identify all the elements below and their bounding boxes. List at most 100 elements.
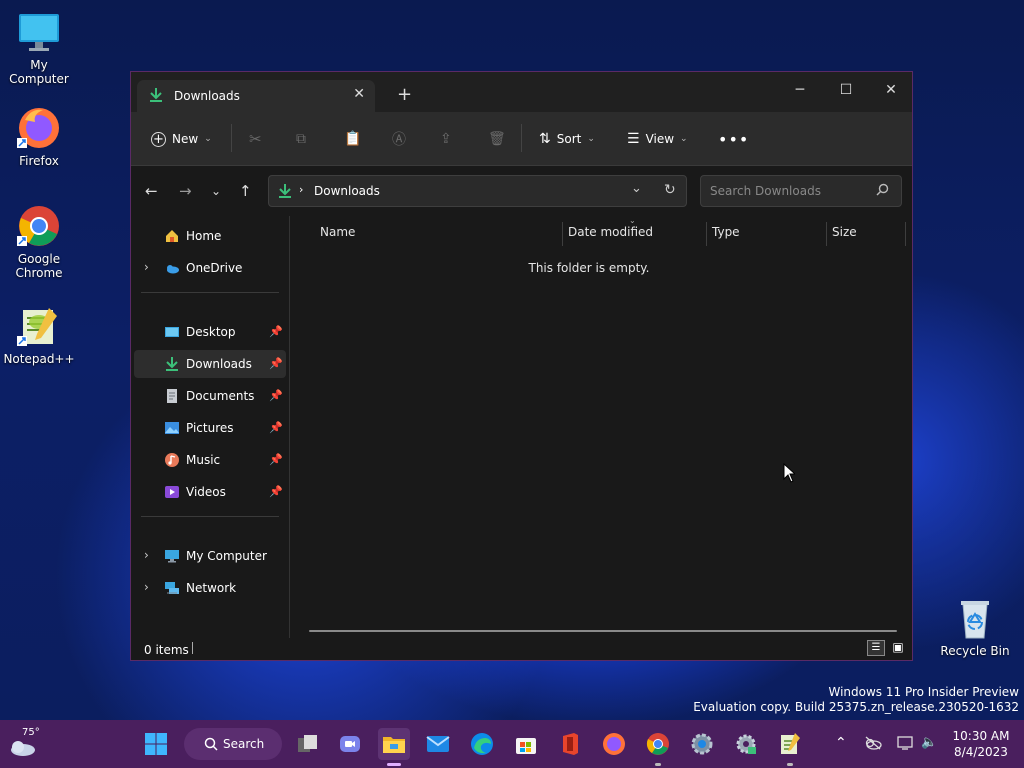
new-label: New: [172, 132, 199, 146]
taskbar-clock[interactable]: 10:30 AM 8/4/2023: [948, 728, 1014, 760]
recycle-bin-icon: [953, 596, 997, 640]
file-list[interactable]: Name ⌄ Date modified Type Size This fold…: [291, 216, 912, 641]
chevron-down-icon: ⌄: [680, 134, 688, 144]
office-taskbar-button[interactable]: [554, 728, 586, 760]
share-icon[interactable]: ⇪: [440, 129, 452, 149]
up-arrow-icon[interactable]: ↑: [239, 182, 252, 200]
pin-icon[interactable]: 📌: [269, 421, 283, 434]
desktop-icon-label: Recycle Bin: [940, 644, 1010, 658]
sidebar-divider: [141, 292, 279, 293]
start-button[interactable]: [140, 728, 172, 760]
desktop-icon-notepadpp[interactable]: Notepad++: [0, 304, 79, 366]
horizontal-scrollbar[interactable]: [309, 630, 897, 632]
copy-icon[interactable]: ⧉: [296, 129, 306, 149]
item-count: 0 items: [144, 643, 189, 657]
control-panel-taskbar-button[interactable]: [686, 728, 718, 760]
column-header-type[interactable]: Type: [712, 225, 740, 239]
video-icon: [164, 484, 180, 500]
sort-button[interactable]: ⇅ Sort ⌄: [539, 129, 595, 149]
paste-icon[interactable]: 📋: [344, 129, 361, 149]
command-bar: + New ⌄ ✂ ⧉ 📋 Ⓐ ⇪ 🗑 ⇅ Sort ⌄ ☰ View ⌄ ••…: [131, 112, 912, 166]
chrome-taskbar-button[interactable]: [642, 728, 674, 766]
taskbar: 75° Search ⌃ 🔈 10:30 AM 8/4/2023: [0, 720, 1024, 768]
sidebar-item-desktop[interactable]: Desktop 📌: [134, 318, 286, 346]
column-divider[interactable]: [706, 222, 707, 246]
sidebar-item-documents[interactable]: Documents 📌: [134, 382, 286, 410]
desktop-icon-my-computer[interactable]: My Computer: [0, 10, 79, 86]
new-tab-button[interactable]: +: [397, 84, 412, 105]
settings-taskbar-button[interactable]: [730, 728, 762, 760]
taskbar-search[interactable]: Search: [184, 728, 282, 760]
address-bar[interactable]: › Downloads ⌄ ↻: [268, 175, 687, 207]
search-box[interactable]: Search Downloads: [700, 175, 902, 207]
column-header-date-modified[interactable]: Date modified: [568, 225, 653, 239]
back-arrow-icon[interactable]: ←: [145, 182, 158, 200]
pin-icon[interactable]: 📌: [269, 485, 283, 498]
volume-icon[interactable]: 🔈: [921, 735, 937, 750]
pin-icon[interactable]: 📌: [269, 357, 283, 370]
tiles-view-icon[interactable]: ▣: [890, 640, 906, 656]
breadcrumb-downloads[interactable]: Downloads: [314, 184, 380, 198]
sidebar-item-my-computer[interactable]: › My Computer: [134, 542, 286, 570]
column-header-size[interactable]: Size: [832, 225, 857, 239]
os-watermark: Windows 11 Pro Insider Preview Evaluatio…: [693, 685, 1019, 715]
file-explorer-taskbar-button[interactable]: [378, 728, 410, 766]
rename-icon[interactable]: Ⓐ: [392, 129, 406, 149]
pin-icon[interactable]: 📌: [269, 453, 283, 466]
maximize-button[interactable]: ☐: [823, 76, 869, 104]
column-divider[interactable]: [826, 222, 827, 246]
column-header-name[interactable]: Name: [320, 225, 355, 239]
sort-icon: ⇅: [539, 131, 551, 147]
store-taskbar-button[interactable]: [510, 728, 542, 760]
status-bar: 0 items ☰ ▣: [131, 638, 912, 660]
chevron-right-icon[interactable]: ›: [144, 260, 149, 274]
onedrive-offline-icon[interactable]: [864, 736, 882, 753]
toolbar-divider: [231, 124, 232, 152]
minimize-button[interactable]: ─: [777, 76, 823, 104]
mail-taskbar-button[interactable]: [422, 728, 454, 760]
task-view-button[interactable]: [292, 728, 324, 760]
sidebar-item-home[interactable]: Home: [134, 222, 286, 250]
forward-arrow-icon[interactable]: →: [179, 182, 192, 200]
sidebar-item-network[interactable]: › Network: [134, 574, 286, 602]
close-button[interactable]: ✕: [868, 76, 914, 104]
firefox-taskbar-button[interactable]: [598, 728, 630, 760]
delete-icon[interactable]: 🗑: [488, 129, 506, 149]
tab-close-icon[interactable]: ✕: [353, 86, 365, 102]
desktop-icon-firefox[interactable]: Firefox: [0, 106, 79, 168]
network-status-icon[interactable]: [897, 736, 915, 753]
sidebar-item-videos[interactable]: Videos 📌: [134, 478, 286, 506]
column-divider[interactable]: [562, 222, 563, 246]
sidebar-item-onedrive[interactable]: › OneDrive: [134, 254, 286, 282]
view-button[interactable]: ☰ View ⌄: [627, 129, 688, 149]
desktop-icon-chrome[interactable]: Google Chrome: [0, 204, 79, 280]
desktop-icon-label: Notepad++: [3, 352, 75, 366]
new-button[interactable]: + New ⌄: [151, 129, 212, 149]
tab-downloads[interactable]: Downloads ✕: [137, 80, 375, 112]
address-dropdown-icon[interactable]: ⌄: [631, 181, 642, 196]
sidebar-item-downloads[interactable]: Downloads 📌: [134, 350, 286, 378]
chrome-icon: [646, 733, 669, 755]
teams-chat-button[interactable]: [334, 728, 366, 760]
sidebar-item-label: OneDrive: [186, 261, 243, 275]
chevron-right-icon[interactable]: ›: [144, 548, 149, 562]
notepadpp-taskbar-button[interactable]: [774, 728, 806, 766]
details-view-icon[interactable]: ☰: [867, 640, 885, 656]
refresh-icon[interactable]: ↻: [664, 182, 676, 198]
more-options-icon[interactable]: •••: [718, 129, 749, 149]
desktop-icon-recycle-bin[interactable]: Recycle Bin: [935, 596, 1015, 658]
recent-locations-chevron-icon[interactable]: ⌄: [211, 184, 221, 198]
sidebar-item-pictures[interactable]: Pictures 📌: [134, 414, 286, 442]
pin-icon[interactable]: 📌: [269, 325, 283, 338]
cut-icon[interactable]: ✂: [249, 129, 262, 149]
column-divider[interactable]: [905, 222, 906, 246]
cloud-moon-icon: [8, 738, 36, 759]
sidebar-item-music[interactable]: Music 📌: [134, 446, 286, 474]
weather-widget[interactable]: 75°: [6, 726, 42, 762]
pane-splitter[interactable]: [289, 216, 290, 641]
search-input-placeholder[interactable]: Search Downloads: [710, 184, 821, 198]
pin-icon[interactable]: 📌: [269, 389, 283, 402]
edge-taskbar-button[interactable]: [466, 728, 498, 760]
show-hidden-icons-chevron-icon[interactable]: ⌃: [835, 735, 847, 751]
chevron-right-icon[interactable]: ›: [144, 580, 149, 594]
